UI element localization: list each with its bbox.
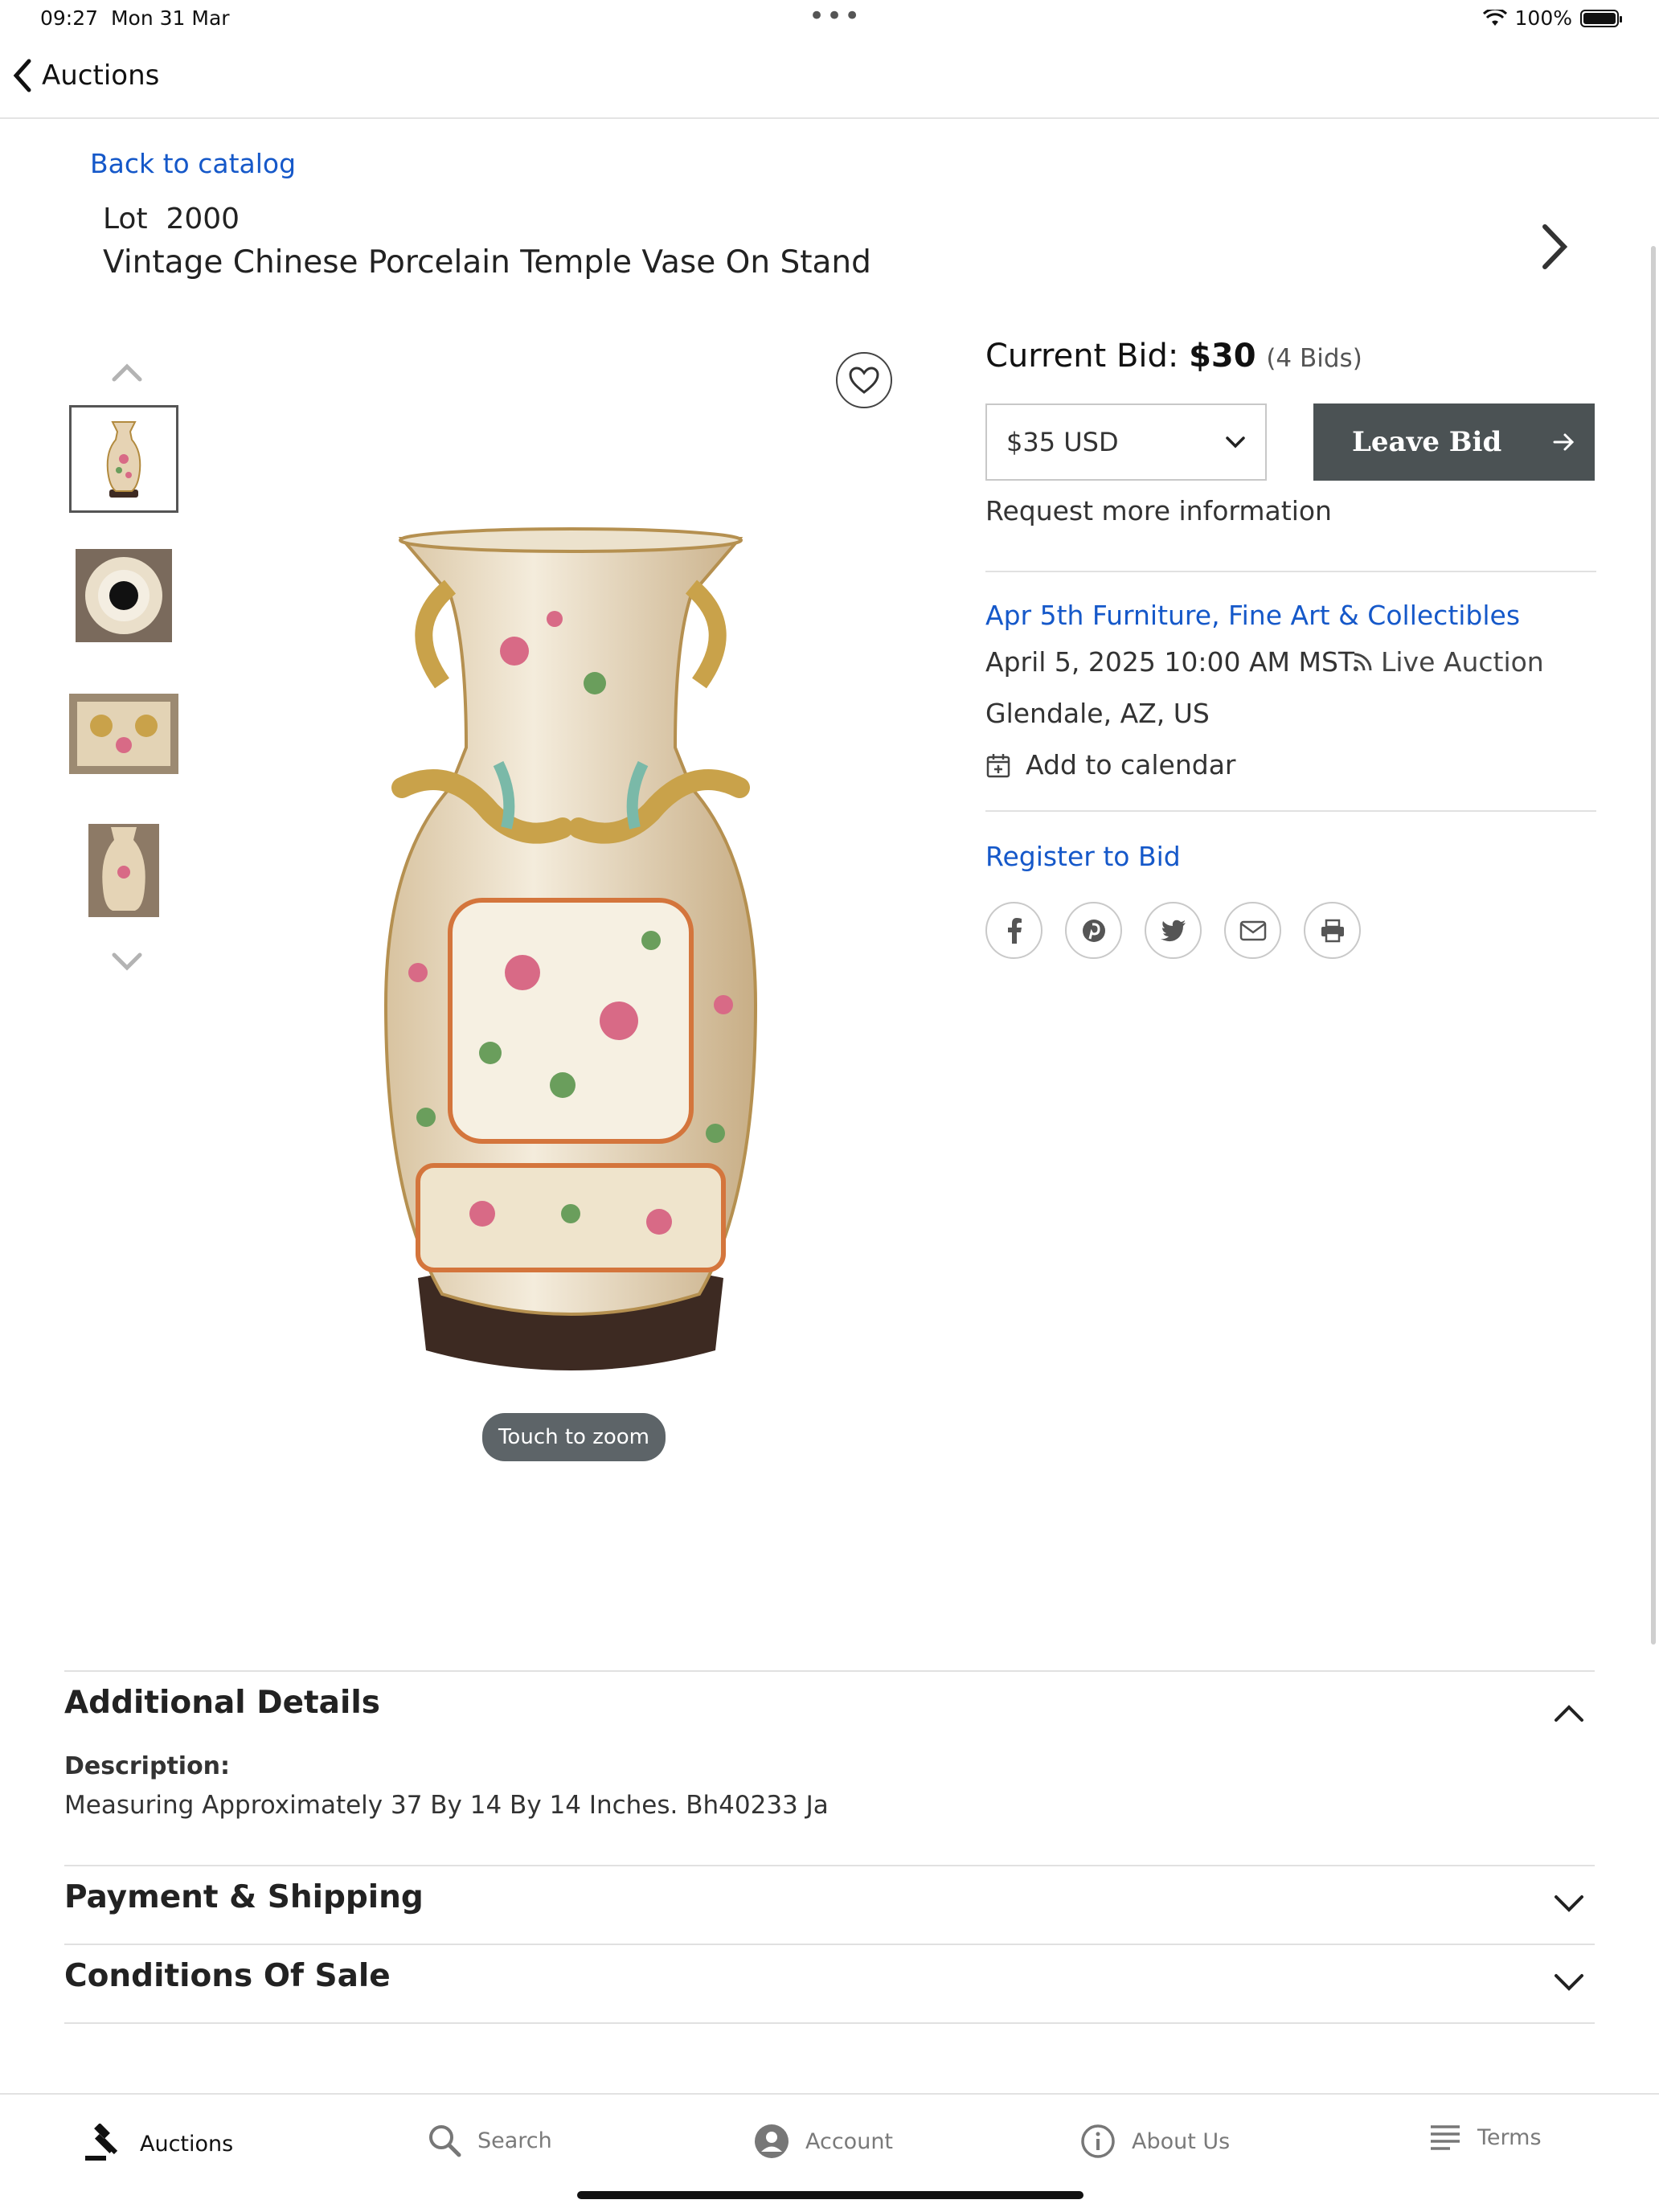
facebook-icon — [1007, 917, 1022, 944]
share-buttons — [985, 902, 1361, 959]
info-icon — [1081, 2124, 1115, 2158]
thumbnail-2[interactable] — [69, 542, 178, 649]
thumbnail-1[interactable] — [69, 405, 178, 513]
current-bid-label: Current Bid: — [985, 338, 1179, 375]
heart-icon — [849, 367, 879, 394]
live-auction-label: Live Auction — [1381, 646, 1544, 678]
share-facebook-button[interactable] — [985, 902, 1043, 959]
battery-percent: 100% — [1514, 6, 1572, 30]
chevron-down-icon[interactable] — [1551, 1892, 1587, 1916]
multitasking-dots-icon[interactable]: ••• — [809, 0, 862, 32]
tab-label: Account — [805, 2128, 894, 2154]
divider — [64, 1865, 1595, 1866]
print-icon — [1321, 919, 1344, 942]
gavel-icon — [85, 2124, 118, 2161]
payment-shipping-header[interactable]: Payment & Shipping — [64, 1879, 424, 1915]
auction-date: April 5, 2025 10:00 AM MST — [985, 646, 1355, 678]
request-info-link[interactable]: Request more information — [985, 495, 1332, 526]
current-bid: Current Bid: $30 (4 Bids) — [985, 338, 1362, 375]
account-icon — [755, 2124, 789, 2158]
divider — [64, 2022, 1595, 2024]
thumbs-up-arrow-icon[interactable] — [109, 360, 145, 384]
pinterest-icon — [1082, 919, 1105, 942]
print-button[interactable] — [1304, 902, 1361, 959]
tab-search[interactable]: Search — [428, 2124, 552, 2157]
divider — [985, 810, 1596, 812]
vase-side-icon — [88, 824, 159, 917]
bid-amount-value: $35 USD — [1006, 427, 1119, 457]
vase-thumbnail-icon — [106, 421, 141, 498]
register-to-bid-link[interactable]: Register to Bid — [985, 841, 1181, 872]
tab-terms[interactable]: Terms — [1429, 2124, 1542, 2151]
leave-bid-label: Leave Bid — [1352, 426, 1502, 458]
share-pinterest-button[interactable] — [1065, 902, 1122, 959]
additional-details-header[interactable]: Additional Details — [64, 1685, 380, 1721]
back-label: Auctions — [42, 59, 160, 92]
tab-label: Terms — [1477, 2124, 1542, 2150]
lot-main-image[interactable] — [354, 522, 788, 1431]
email-icon — [1239, 920, 1266, 940]
next-lot-chevron-icon[interactable] — [1530, 219, 1575, 275]
arrow-right-icon — [1553, 433, 1575, 451]
chevron-up-icon[interactable] — [1551, 1701, 1587, 1725]
rss-icon — [1354, 653, 1372, 671]
chevron-down-icon — [1226, 436, 1245, 449]
share-twitter-button[interactable] — [1145, 902, 1202, 959]
battery-icon — [1580, 9, 1622, 27]
list-icon — [1431, 2125, 1460, 2150]
divider — [64, 1944, 1595, 1945]
description-label: Description: — [64, 1752, 231, 1780]
thumbs-down-arrow-icon[interactable] — [109, 950, 145, 974]
description-text: Measuring Approximately 37 By 14 By 14 I… — [64, 1791, 829, 1820]
twitter-icon — [1160, 920, 1186, 941]
lot-title: Vintage Chinese Porcelain Temple Vase On… — [103, 244, 871, 281]
leave-bid-button[interactable]: Leave Bid — [1313, 403, 1595, 481]
lot-number: Lot 2000 — [103, 203, 240, 236]
chevron-down-icon[interactable] — [1551, 1971, 1587, 1995]
chevron-left-icon — [13, 59, 31, 92]
favorite-button[interactable] — [836, 352, 892, 408]
bid-count: (4 Bids) — [1266, 344, 1362, 373]
tab-label: About Us — [1132, 2128, 1231, 2154]
calendar-icon — [986, 753, 1010, 777]
add-to-calendar-label: Add to calendar — [1026, 749, 1236, 780]
wifi-icon — [1482, 9, 1507, 26]
vase-detail-icon — [69, 694, 178, 774]
status-right: 100% — [1482, 6, 1622, 30]
status-bar: 09:27 Mon 31 Mar ••• 100% — [0, 0, 1659, 39]
back-to-catalog-link[interactable]: Back to catalog — [90, 148, 296, 179]
add-to-calendar-button[interactable]: Add to calendar — [985, 749, 1236, 780]
status-time: 09:27 Mon 31 Mar — [40, 6, 230, 30]
tab-auctions[interactable]: Auctions — [84, 2124, 233, 2164]
thumbnail-3[interactable] — [69, 680, 178, 788]
search-icon — [429, 2125, 461, 2157]
tab-account[interactable]: Account — [754, 2124, 893, 2159]
auction-location: Glendale, AZ, US — [985, 698, 1210, 729]
live-auction-badge: Live Auction — [1352, 646, 1544, 678]
divider — [985, 571, 1596, 572]
tab-label: Search — [477, 2128, 552, 2153]
share-email-button[interactable] — [1224, 902, 1281, 959]
nav-bar: Auctions — [0, 47, 1659, 119]
thumbnail-4[interactable] — [69, 817, 178, 924]
tab-about-us[interactable]: About Us — [1080, 2124, 1230, 2159]
divider — [64, 1670, 1595, 1672]
conditions-of-sale-header[interactable]: Conditions Of Sale — [64, 1958, 391, 1994]
back-button[interactable]: Auctions — [11, 58, 159, 93]
scrollbar[interactable] — [1651, 246, 1656, 1645]
touch-to-zoom-hint: Touch to zoom — [482, 1413, 666, 1461]
tab-label: Auctions — [140, 2131, 234, 2157]
auction-name-link[interactable]: Apr 5th Furniture, Fine Art & Collectibl… — [985, 600, 1520, 631]
current-bid-amount: $30 — [1189, 338, 1256, 375]
home-indicator[interactable] — [577, 2191, 1083, 2199]
bid-amount-select[interactable]: $35 USD — [985, 403, 1267, 481]
vase-top-view-icon — [76, 549, 172, 642]
